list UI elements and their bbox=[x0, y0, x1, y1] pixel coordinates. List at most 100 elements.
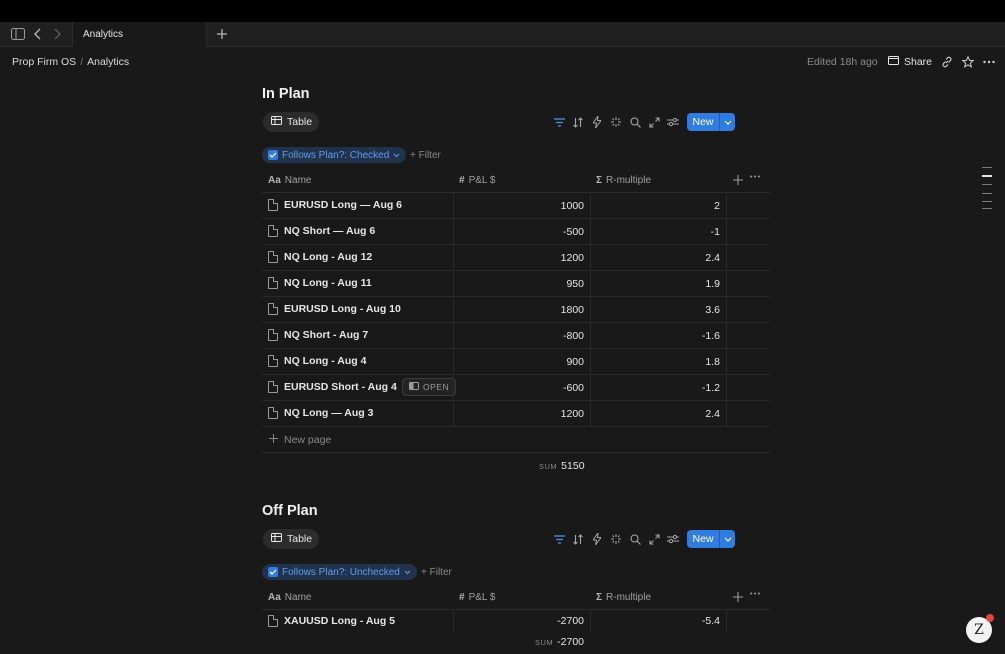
page-icon bbox=[268, 615, 278, 627]
table-row[interactable]: XAUUSD Long - Aug 5 -2700 -5.4 bbox=[262, 610, 770, 632]
column-header-pnl[interactable]: # P&L $ bbox=[459, 175, 495, 186]
row-name-cell[interactable]: NQ Short — Aug 6 bbox=[268, 225, 375, 237]
sort-icon[interactable] bbox=[571, 115, 585, 129]
row-name-cell[interactable]: NQ Short - Aug 7 bbox=[268, 329, 368, 341]
breadcrumb-root[interactable]: Prop Firm OS bbox=[12, 56, 76, 68]
share-button[interactable]: Share bbox=[888, 54, 932, 70]
sort-icon[interactable] bbox=[571, 532, 585, 546]
automation-bolt-icon[interactable] bbox=[590, 532, 604, 546]
column-header-name[interactable]: Aa Name bbox=[268, 175, 311, 186]
toc-marker[interactable] bbox=[982, 201, 992, 202]
settings-sliders-icon[interactable] bbox=[666, 115, 680, 129]
table-row[interactable]: NQ Long - Aug 11 950 1.9 bbox=[262, 271, 770, 297]
follows-plan-filter-chip[interactable]: Follows Plan?: Unchecked bbox=[262, 564, 417, 580]
chevron-down-icon[interactable] bbox=[719, 530, 735, 548]
filter-icon[interactable] bbox=[552, 532, 566, 546]
row-name: EURUSD Short - Aug 4 bbox=[284, 381, 397, 393]
settings-sliders-icon[interactable] bbox=[666, 532, 680, 546]
add-column-plus-icon[interactable] bbox=[733, 175, 743, 185]
table-row[interactable]: NQ Short — Aug 6 -500 -1 bbox=[262, 219, 770, 245]
row-r-cell[interactable]: 2 bbox=[590, 193, 727, 219]
row-pnl-cell[interactable]: -800 bbox=[453, 323, 590, 349]
in-plan-view-tab[interactable]: Table bbox=[263, 112, 319, 132]
breadcrumb-current[interactable]: Analytics bbox=[87, 56, 129, 68]
new-record-button[interactable]: New bbox=[687, 113, 735, 131]
toc-marker-active[interactable] bbox=[982, 175, 992, 177]
add-filter-button[interactable]: + Filter bbox=[421, 567, 452, 578]
row-pnl-cell[interactable]: 1200 bbox=[453, 245, 590, 271]
sidebar-toggle-icon[interactable] bbox=[10, 26, 26, 42]
search-icon[interactable] bbox=[628, 115, 642, 129]
table-row[interactable]: NQ Long - Aug 12 1200 2.4 bbox=[262, 245, 770, 271]
row-name-cell[interactable]: NQ Long - Aug 12 bbox=[268, 251, 372, 263]
row-pnl-cell[interactable]: -600 bbox=[453, 375, 590, 401]
pnl-sum[interactable]: SUM 5150 bbox=[539, 460, 585, 472]
row-r-cell[interactable]: 2.4 bbox=[590, 401, 727, 427]
expand-icon[interactable] bbox=[647, 115, 661, 129]
table-row[interactable]: NQ Short - Aug 7 -800 -1.6 bbox=[262, 323, 770, 349]
row-pnl-cell[interactable]: 900 bbox=[453, 349, 590, 375]
column-more-icon[interactable] bbox=[750, 592, 760, 595]
row-pnl-cell[interactable]: 1800 bbox=[453, 297, 590, 323]
number-type-icon: # bbox=[459, 175, 465, 186]
back-arrow-icon[interactable] bbox=[30, 26, 46, 42]
favorite-star-icon[interactable] bbox=[961, 55, 975, 69]
row-name-cell[interactable]: NQ Long - Aug 11 bbox=[268, 277, 372, 289]
add-column-plus-icon[interactable] bbox=[733, 592, 743, 602]
row-pnl-cell[interactable]: 950 bbox=[453, 271, 590, 297]
ai-sparkle-icon[interactable] bbox=[609, 115, 623, 129]
filter-chip-label: Follows Plan?: Unchecked bbox=[282, 566, 400, 578]
follows-plan-filter-chip[interactable]: Follows Plan?: Checked bbox=[262, 147, 407, 163]
table-row[interactable]: NQ Long — Aug 3 1200 2.4 bbox=[262, 401, 770, 427]
row-r-cell[interactable]: 2.4 bbox=[590, 245, 727, 271]
add-filter-button[interactable]: + Filter bbox=[410, 150, 441, 161]
column-header-r-multiple[interactable]: Σ R-multiple bbox=[596, 175, 651, 186]
toc-marker[interactable] bbox=[982, 208, 992, 209]
tab-analytics[interactable]: Analytics bbox=[72, 22, 207, 47]
column-header-pnl[interactable]: # P&L $ bbox=[459, 592, 495, 603]
row-name-cell[interactable]: XAUUSD Long - Aug 5 bbox=[268, 615, 395, 627]
row-r-cell[interactable]: -1.2 bbox=[590, 375, 727, 401]
row-pnl-cell[interactable]: 1000 bbox=[453, 193, 590, 219]
row-pnl-cell[interactable]: 1200 bbox=[453, 401, 590, 427]
toc-marker[interactable] bbox=[982, 193, 992, 194]
column-header-r-multiple[interactable]: Σ R-multiple bbox=[596, 592, 651, 603]
ai-sparkle-icon[interactable] bbox=[609, 532, 623, 546]
search-icon[interactable] bbox=[628, 532, 642, 546]
new-page-row[interactable]: New page bbox=[262, 427, 770, 453]
off-plan-view-tab[interactable]: Table bbox=[263, 529, 319, 549]
link-icon[interactable] bbox=[940, 55, 954, 69]
table-row[interactable]: EURUSD Long — Aug 6 1000 2 bbox=[262, 193, 770, 219]
more-options-icon[interactable] bbox=[982, 55, 996, 69]
open-page-button[interactable]: OPEN bbox=[402, 378, 457, 396]
column-more-icon[interactable] bbox=[750, 175, 760, 178]
table-row[interactable]: NQ Long - Aug 4 900 1.8 bbox=[262, 349, 770, 375]
row-r-cell[interactable]: -1 bbox=[590, 219, 727, 245]
chevron-down-icon[interactable] bbox=[719, 113, 735, 131]
row-name-cell[interactable]: EURUSD Long — Aug 6 bbox=[268, 199, 402, 211]
row-r-cell[interactable]: -1.6 bbox=[590, 323, 727, 349]
new-record-button[interactable]: New bbox=[687, 530, 735, 548]
toc-marker[interactable] bbox=[982, 167, 992, 168]
row-r-cell[interactable]: 3.6 bbox=[590, 297, 727, 323]
pnl-sum[interactable]: SUM -2700 bbox=[535, 636, 584, 648]
row-name-cell[interactable]: NQ Long - Aug 4 bbox=[268, 355, 366, 367]
row-name-cell[interactable]: EURUSD Long - Aug 10 bbox=[268, 303, 401, 315]
row-name-cell[interactable]: EURUSD Short - Aug 4 bbox=[268, 381, 397, 393]
forward-arrow-icon[interactable] bbox=[49, 26, 65, 42]
new-tab-plus-icon[interactable] bbox=[214, 26, 230, 42]
breadcrumb-separator: / bbox=[80, 56, 84, 68]
row-r-cell[interactable]: -5.4 bbox=[590, 610, 727, 632]
row-r-cell[interactable]: 1.9 bbox=[590, 271, 727, 297]
table-row[interactable]: EURUSD Short - Aug 4 OPEN -600 -1.2 bbox=[262, 375, 770, 401]
row-r-cell[interactable]: 1.8 bbox=[590, 349, 727, 375]
table-row[interactable]: EURUSD Long - Aug 10 1800 3.6 bbox=[262, 297, 770, 323]
row-pnl-cell[interactable]: -500 bbox=[453, 219, 590, 245]
expand-icon[interactable] bbox=[647, 532, 661, 546]
toc-marker[interactable] bbox=[982, 184, 992, 185]
column-header-name[interactable]: Aa Name bbox=[268, 592, 311, 603]
row-name-cell[interactable]: NQ Long — Aug 3 bbox=[268, 407, 373, 419]
row-pnl-cell[interactable]: -2700 bbox=[453, 610, 590, 632]
filter-icon[interactable] bbox=[552, 115, 566, 129]
automation-bolt-icon[interactable] bbox=[590, 115, 604, 129]
